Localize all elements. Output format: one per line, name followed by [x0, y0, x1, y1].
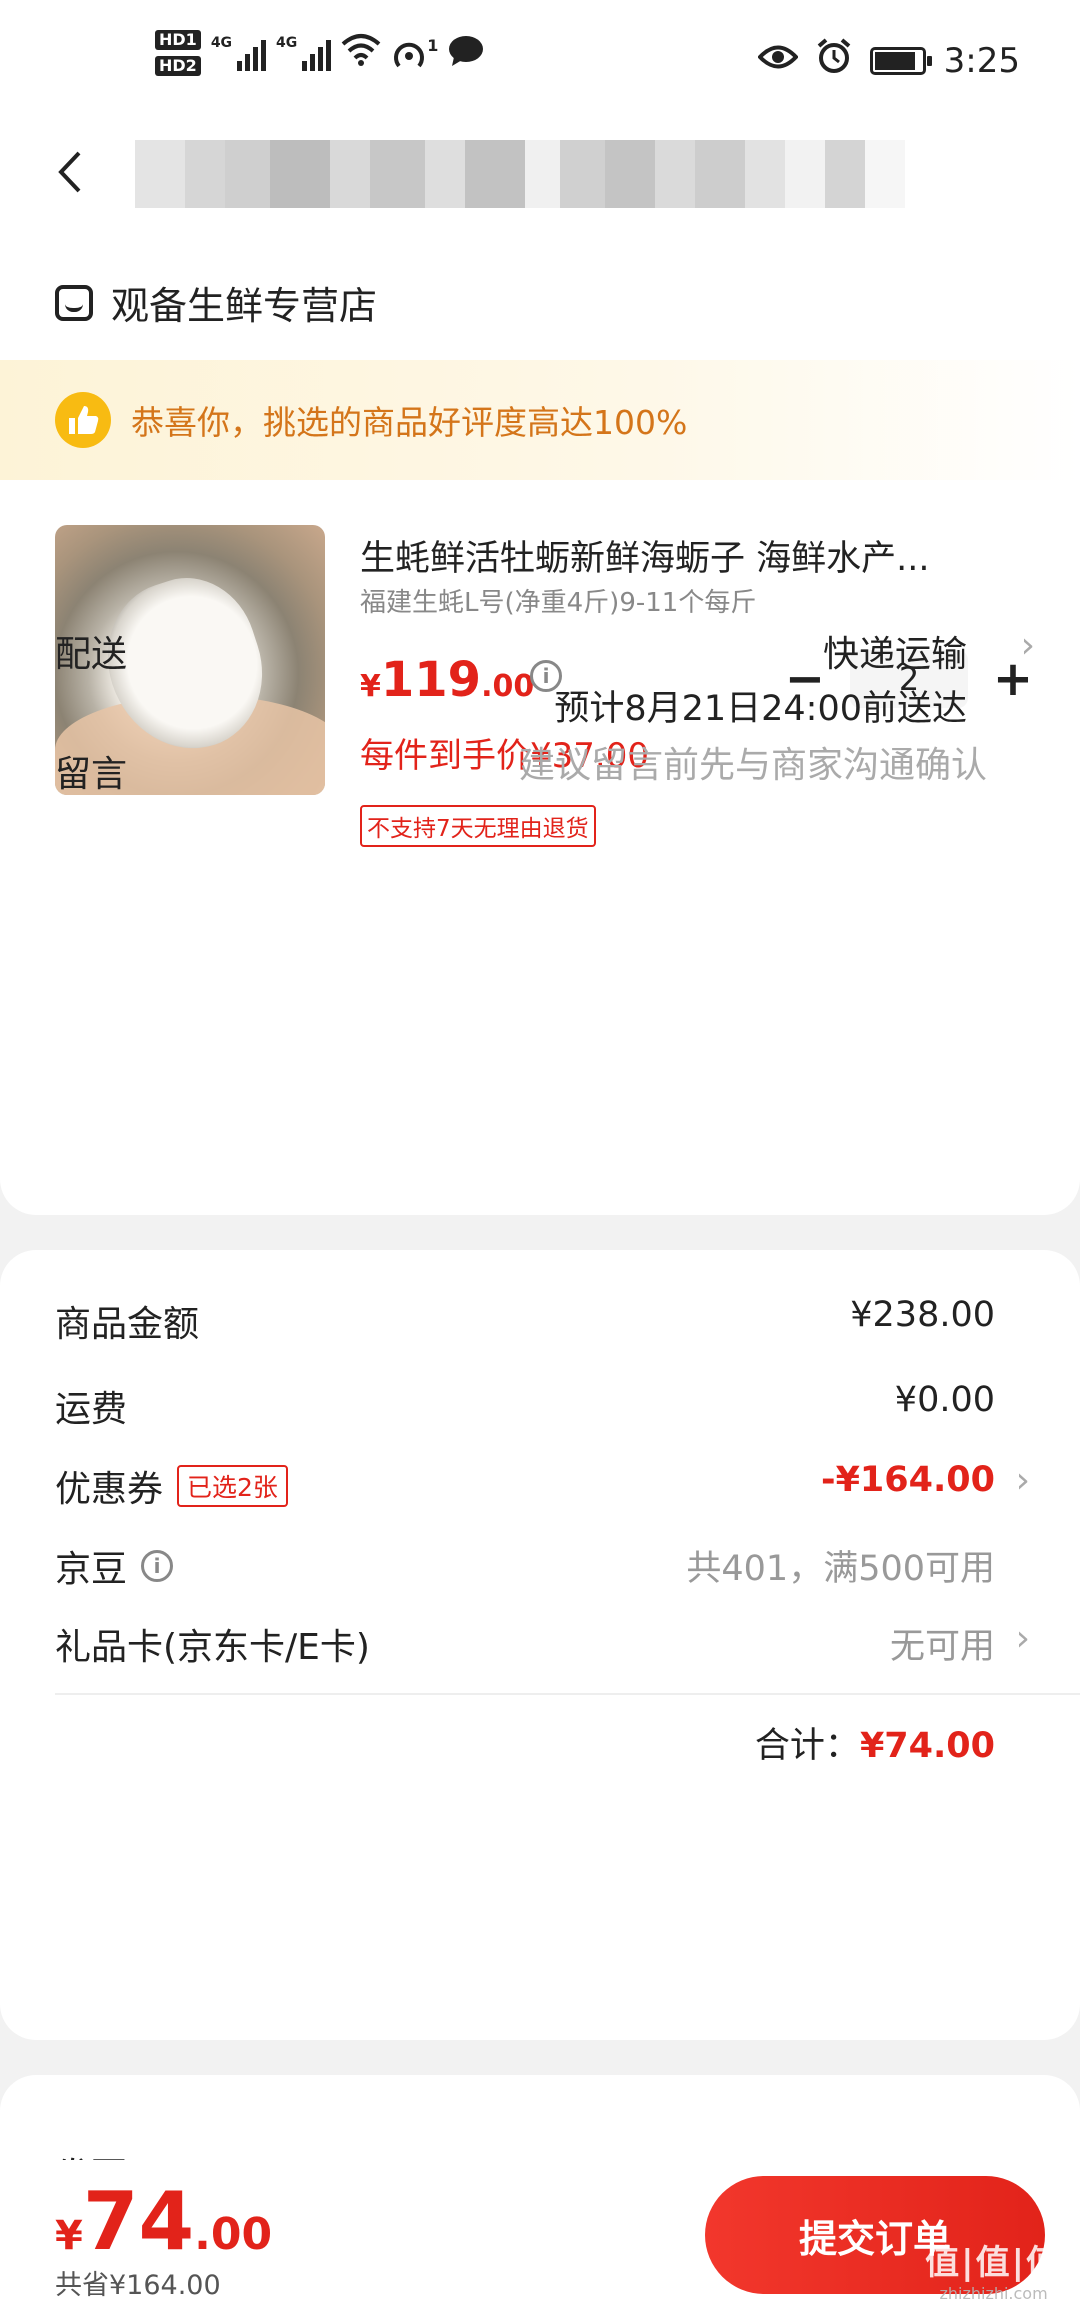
freight-label: 运费	[55, 1389, 128, 1430]
checkout-bar: ¥ 74 .00 共省¥164.00 提交订单	[0, 2160, 1080, 2310]
hd2-badge: HD2	[155, 56, 201, 76]
checkout-price-decimal: .00	[194, 2209, 273, 2260]
coupon-label: 优惠券	[55, 1469, 164, 1510]
coupon-value: -¥164.00	[821, 1460, 995, 1500]
checkout-total: ¥ 74 .00	[55, 2175, 272, 2268]
rating-banner-text: 恭喜你，挑选的商品好评度高达100%	[131, 403, 688, 442]
goods-amount-row: 商品金额 ¥238.00	[55, 1295, 1025, 1355]
hotspot-icon: 1	[391, 36, 438, 70]
shipping-eta: 预计8月21日24:00前送达	[554, 689, 967, 729]
clock-time: 3:25	[943, 40, 1020, 81]
status-left: HD1 HD2 4G 4G 1	[155, 30, 484, 76]
signal1-icon: 4G	[210, 35, 267, 71]
shipping-method[interactable]: 快递运输	[823, 625, 967, 677]
nav-bar	[0, 125, 1080, 243]
giftcard-chevron-icon[interactable]: ›	[1016, 1618, 1030, 1659]
price-integer: 119	[380, 652, 482, 708]
giftcard-value: 无可用	[889, 1627, 995, 1667]
price-currency: ¥	[360, 669, 381, 704]
hd1-badge: HD1	[155, 30, 201, 50]
product-title[interactable]: 生蚝鲜活牡蛎新鲜海蛎子 海鲜水产...	[360, 530, 1000, 581]
hotspot-count: 1	[427, 36, 439, 55]
freight-row: 运费 ¥0.00	[55, 1380, 1025, 1440]
watermark-url: zhizhizhi.com	[939, 2284, 1048, 2303]
jingdou-value: 共401，满500可用	[686, 1549, 995, 1589]
hd-indicators: HD1 HD2	[155, 30, 201, 76]
net1-label: 4G	[210, 35, 233, 51]
saved-amount: 共省¥164.00	[55, 2270, 221, 2301]
jingdou-row: 京豆 i 共401，满500可用	[55, 1540, 1025, 1600]
freight-value: ¥0.00	[894, 1380, 995, 1420]
giftcard-row[interactable]: 礼品卡(京东卡/E卡) 无可用 ›	[55, 1618, 1030, 1678]
store-row[interactable]: 观备生鲜专营店	[55, 275, 377, 330]
price-decimal: .00	[481, 669, 535, 704]
store-name: 观备生鲜专营店	[111, 284, 378, 328]
return-policy-tag: 不支持7天无理由退货	[360, 805, 596, 847]
site-watermark: 值|值|值 zhizhizhi.com	[925, 2235, 1062, 2303]
product-spec: 福建生蚝L号(净重4斤)9-11个每斤	[360, 588, 757, 618]
jingdou-label: 京豆	[55, 1549, 128, 1590]
signal2-icon: 4G	[276, 35, 332, 71]
status-right: 3:25	[756, 38, 1020, 83]
message-icon	[448, 35, 484, 71]
message-label: 留言	[55, 754, 128, 795]
back-arrow-icon[interactable]	[55, 147, 85, 209]
store-icon	[55, 284, 93, 321]
net2-label: 4G	[276, 35, 298, 51]
coupon-chevron-icon[interactable]: ›	[1016, 1460, 1030, 1501]
eye-icon	[756, 40, 799, 81]
giftcard-label: 礼品卡(京东卡/E卡)	[55, 1627, 370, 1668]
checkout-price-integer: 74	[82, 2175, 195, 2268]
status-bar: HD1 HD2 4G 4G 1 3:25	[0, 0, 1080, 125]
battery-icon	[869, 46, 932, 75]
price-summary-card: 商品金额 ¥238.00 运费 ¥0.00 优惠券 已选2张 -¥164.00 …	[0, 1250, 1080, 2040]
thumbs-up-icon	[55, 392, 111, 448]
watermark-logo: 值|值|值	[925, 2243, 1062, 2283]
blurred-title	[135, 140, 955, 208]
alarm-icon	[816, 38, 852, 83]
rating-banner: 恭喜你，挑选的商品好评度高达100%	[0, 360, 1080, 480]
jingdou-info-icon[interactable]: i	[141, 1550, 174, 1582]
coupon-selected-tag: 已选2张	[177, 1465, 288, 1507]
order-total: 合计：¥74.00	[755, 1717, 995, 1768]
wifi-icon	[341, 32, 381, 75]
message-input[interactable]	[387, 745, 987, 786]
total-value: ¥74.00	[859, 1726, 995, 1766]
coupon-row[interactable]: 优惠券 已选2张 -¥164.00 ›	[55, 1460, 1030, 1520]
goods-amount-value: ¥238.00	[850, 1295, 995, 1335]
order-card: 观备生鲜专营店 恭喜你，挑选的商品好评度高达100% 生蚝鲜活牡蛎新鲜海蛎子 海…	[0, 240, 1080, 1215]
goods-amount-label: 商品金额	[55, 1304, 200, 1345]
product-price: ¥ 119 .00	[360, 652, 534, 708]
total-label: 合计：	[754, 1726, 860, 1766]
shipping-chevron-icon[interactable]: ›	[1021, 625, 1035, 666]
checkout-currency: ¥	[55, 2213, 83, 2259]
summary-divider	[55, 1693, 1080, 1695]
shipping-label: 配送	[55, 634, 128, 675]
